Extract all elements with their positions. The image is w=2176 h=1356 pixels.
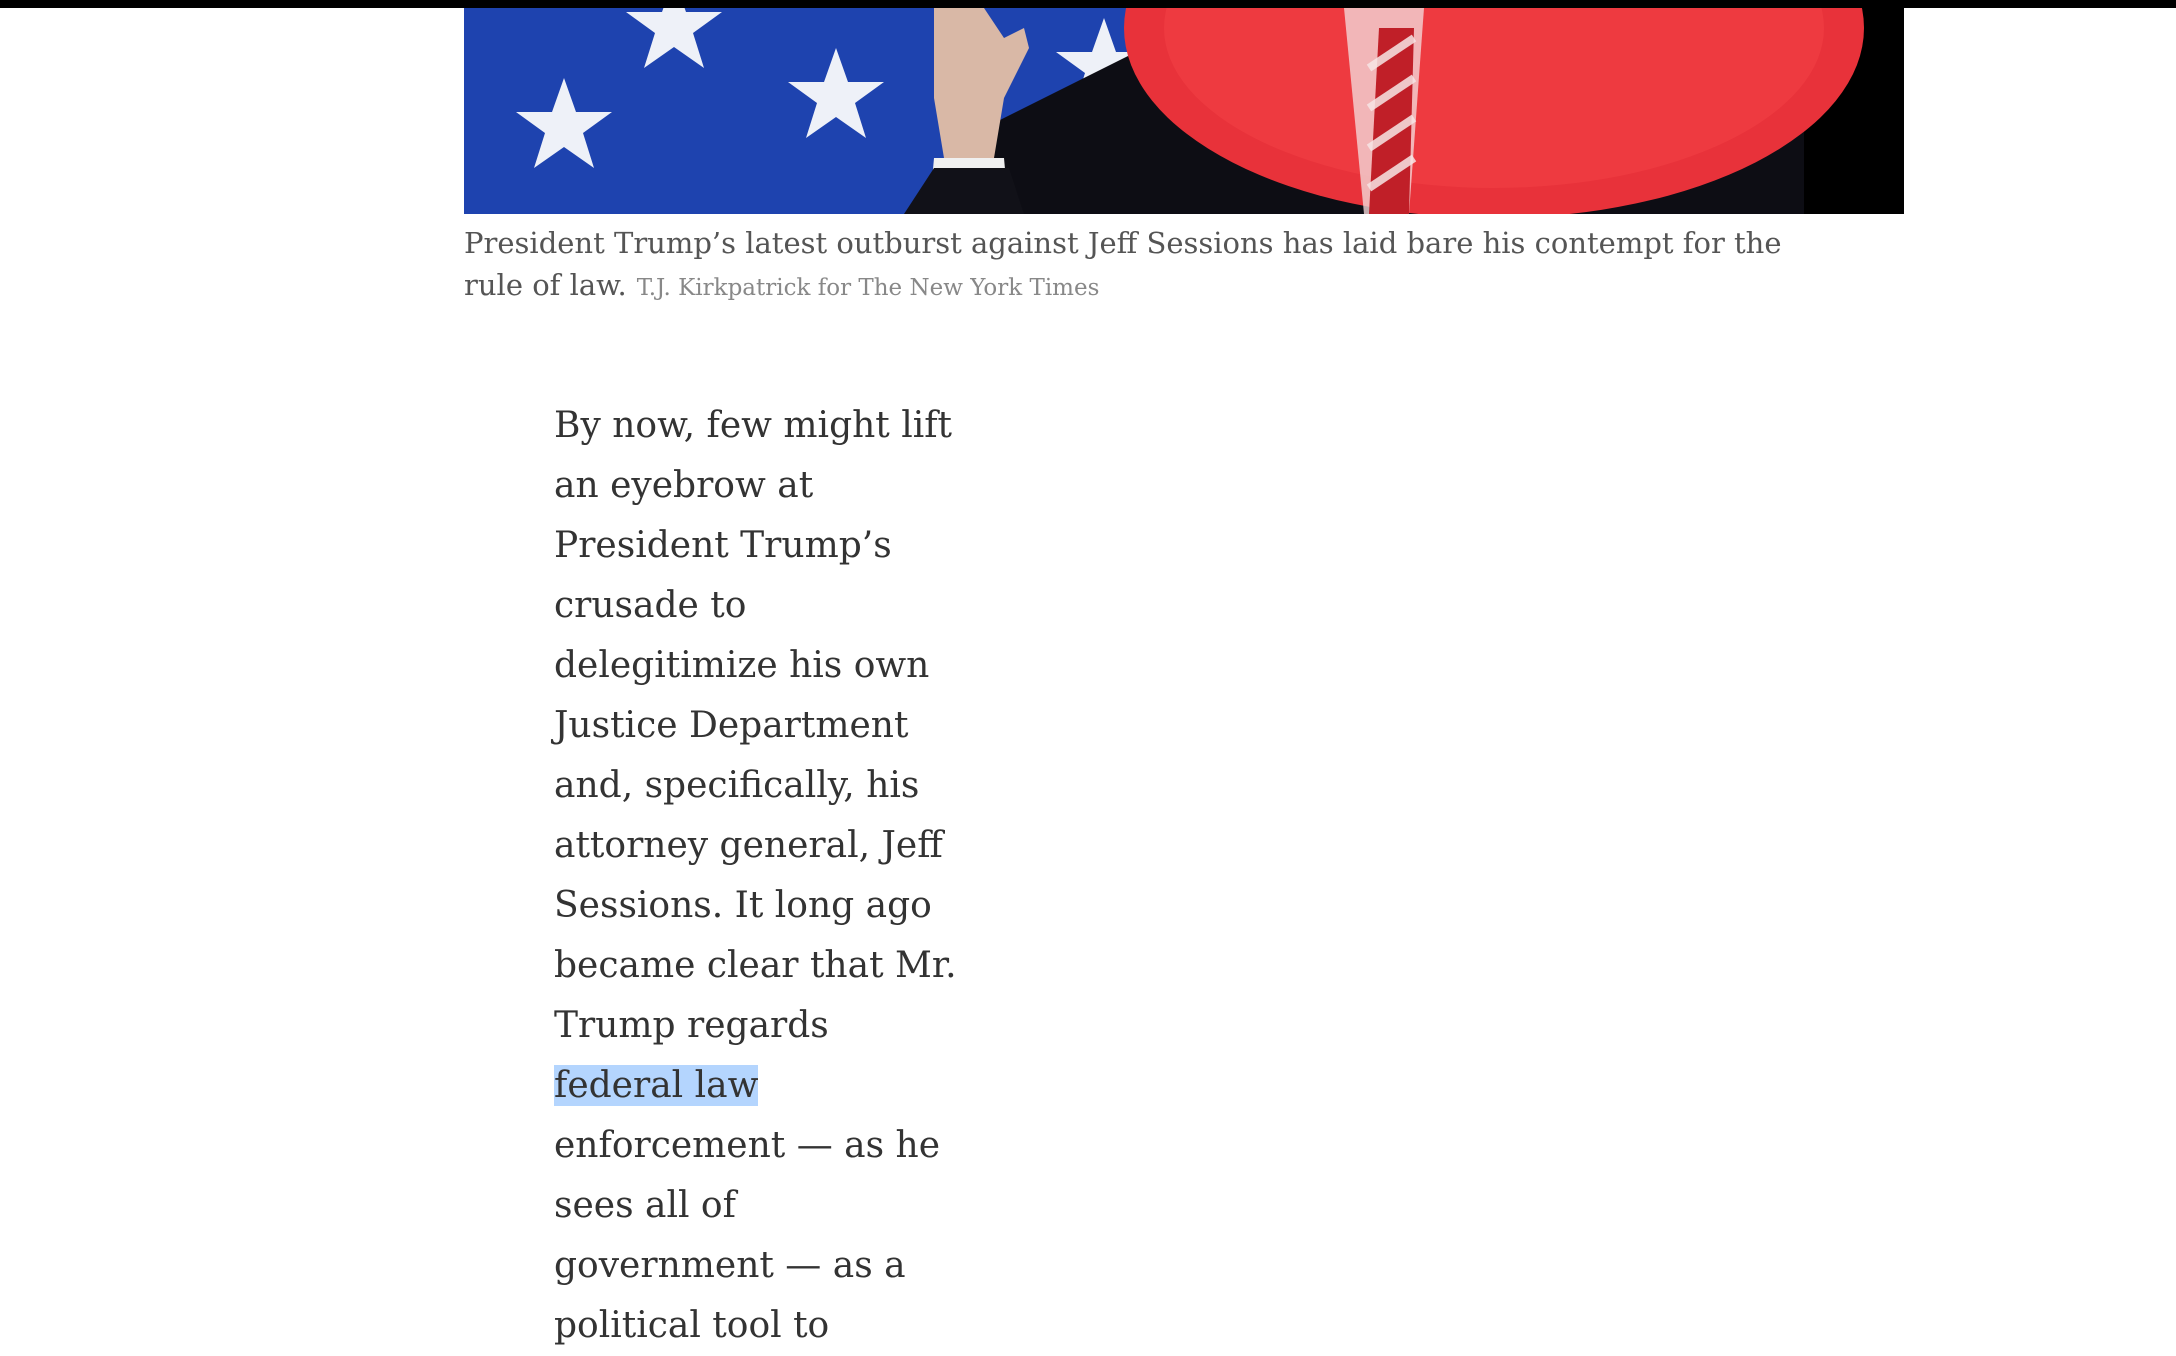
- article-line: President Trump’s: [554, 525, 892, 566]
- article-photo: [464, 8, 1904, 214]
- article-line: an eyebrow at: [554, 465, 814, 506]
- article-line: By now, few might lift: [554, 405, 953, 446]
- article-line: delegitimize his own: [554, 645, 930, 686]
- photo-caption: President Trump’s latest outburst agains…: [464, 222, 1814, 309]
- article-line: and, specifically, his: [554, 765, 920, 806]
- article-line: government — as a: [554, 1245, 906, 1286]
- selected-text-highlight[interactable]: federal law: [554, 1065, 759, 1106]
- browser-top-edge: [0, 0, 2176, 8]
- article-line-highlighted[interactable]: federal law: [554, 1056, 954, 1116]
- article-line: political tool to: [554, 1305, 830, 1346]
- article-line: Trump regards: [554, 1005, 829, 1046]
- article-line: enforcement — as he: [554, 1125, 941, 1166]
- article-line: sees all of: [554, 1185, 736, 1226]
- article-line: Justice Department: [554, 705, 909, 746]
- article-body: By now, few might lift an eyebrow at Pre…: [554, 396, 957, 1356]
- article-line: Sessions. It long ago: [554, 885, 932, 926]
- photo-credit: T.J. Kirkpatrick for The New York Times: [636, 275, 1100, 301]
- article-line: attorney general, Jeff: [554, 825, 943, 866]
- article-line: crusade to: [554, 585, 747, 626]
- article-line: became clear that Mr.: [554, 945, 957, 986]
